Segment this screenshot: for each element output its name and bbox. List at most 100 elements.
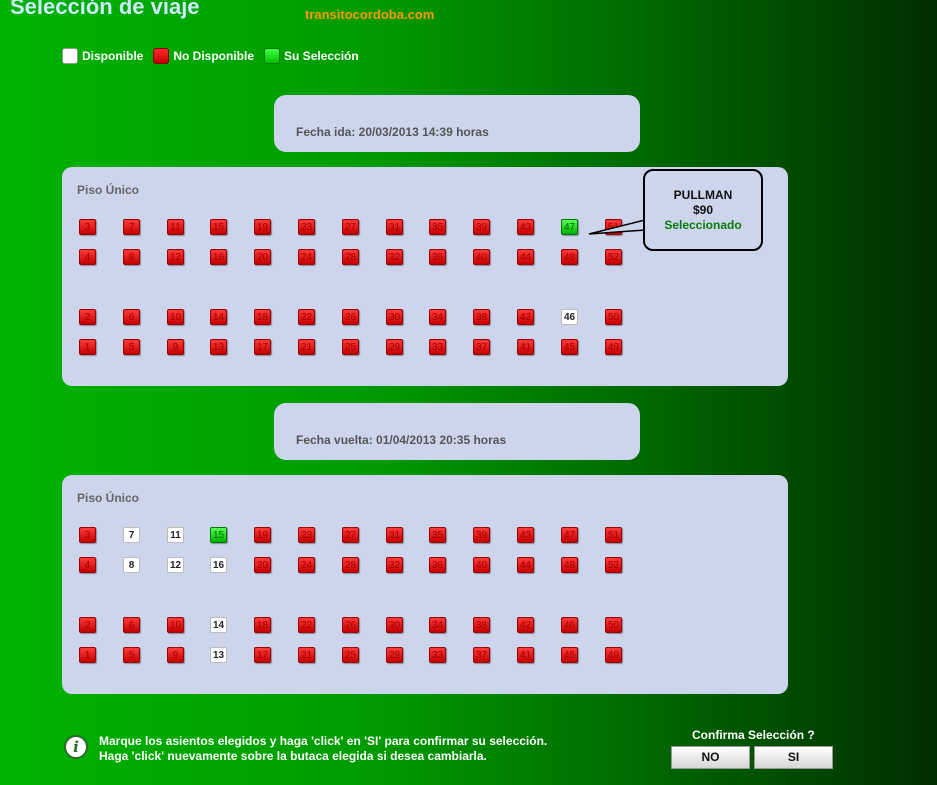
outbound-seat-52[interactable]: 52 [605,249,622,265]
return-seat-10[interactable]: 10 [167,617,184,633]
outbound-seat-21[interactable]: 21 [298,339,315,355]
return-seat-48[interactable]: 48 [561,557,578,573]
outbound-seat-40[interactable]: 40 [473,249,490,265]
outbound-seat-32[interactable]: 32 [386,249,403,265]
return-seat-16[interactable]: 16 [210,557,227,573]
return-seat-17[interactable]: 17 [254,647,271,663]
outbound-seat-24[interactable]: 24 [298,249,315,265]
return-seat-21[interactable]: 21 [298,647,315,663]
outbound-seat-48[interactable]: 48 [561,249,578,265]
outbound-seat-2[interactable]: 2 [79,309,96,325]
return-seat-27[interactable]: 27 [342,527,359,543]
return-seat-38[interactable]: 38 [473,617,490,633]
return-seat-7[interactable]: 7 [123,527,140,543]
outbound-seat-44[interactable]: 44 [517,249,534,265]
return-seat-34[interactable]: 34 [429,617,446,633]
return-seat-30[interactable]: 30 [386,617,403,633]
return-seat-22[interactable]: 22 [298,617,315,633]
return-seat-43[interactable]: 43 [517,527,534,543]
outbound-seat-27[interactable]: 27 [342,219,359,235]
outbound-seat-12[interactable]: 12 [167,249,184,265]
outbound-seat-10[interactable]: 10 [167,309,184,325]
outbound-seat-4[interactable]: 4 [79,249,96,265]
return-seat-41[interactable]: 41 [517,647,534,663]
outbound-seat-13[interactable]: 13 [210,339,227,355]
outbound-seat-28[interactable]: 28 [342,249,359,265]
return-seat-8[interactable]: 8 [123,557,140,573]
return-seat-46[interactable]: 46 [561,617,578,633]
return-seat-28[interactable]: 28 [342,557,359,573]
return-seat-33[interactable]: 33 [429,647,446,663]
outbound-seat-18[interactable]: 18 [254,309,271,325]
outbound-seat-38[interactable]: 38 [473,309,490,325]
outbound-seat-43[interactable]: 43 [517,219,534,235]
return-seat-6[interactable]: 6 [123,617,140,633]
outbound-seat-34[interactable]: 34 [429,309,446,325]
return-seat-47[interactable]: 47 [561,527,578,543]
outbound-seat-30[interactable]: 30 [386,309,403,325]
outbound-seat-23[interactable]: 23 [298,219,315,235]
return-seat-3[interactable]: 3 [79,527,96,543]
outbound-seat-3[interactable]: 3 [79,219,96,235]
return-seat-11[interactable]: 11 [167,527,184,543]
return-seat-35[interactable]: 35 [429,527,446,543]
outbound-seat-17[interactable]: 17 [254,339,271,355]
return-seat-14[interactable]: 14 [210,617,227,633]
return-seat-12[interactable]: 12 [167,557,184,573]
return-seat-29[interactable]: 29 [386,647,403,663]
outbound-seat-5[interactable]: 5 [123,339,140,355]
outbound-seat-47[interactable]: 47 [561,219,578,235]
return-seat-39[interactable]: 39 [473,527,490,543]
outbound-seat-50[interactable]: 50 [605,309,622,325]
outbound-seat-37[interactable]: 37 [473,339,490,355]
return-seat-26[interactable]: 26 [342,617,359,633]
no-button[interactable]: NO [671,746,750,769]
outbound-seat-20[interactable]: 20 [254,249,271,265]
return-seat-5[interactable]: 5 [123,647,140,663]
return-seat-42[interactable]: 42 [517,617,534,633]
outbound-seat-29[interactable]: 29 [386,339,403,355]
return-seat-20[interactable]: 20 [254,557,271,573]
outbound-seat-26[interactable]: 26 [342,309,359,325]
outbound-seat-9[interactable]: 9 [167,339,184,355]
return-seat-15[interactable]: 15 [210,527,227,543]
return-seat-50[interactable]: 50 [605,617,622,633]
return-seat-4[interactable]: 4 [79,557,96,573]
outbound-seat-31[interactable]: 31 [386,219,403,235]
return-seat-1[interactable]: 1 [79,647,96,663]
return-seat-18[interactable]: 18 [254,617,271,633]
return-seat-51[interactable]: 51 [605,527,622,543]
return-seat-36[interactable]: 36 [429,557,446,573]
return-seat-2[interactable]: 2 [79,617,96,633]
return-seat-31[interactable]: 31 [386,527,403,543]
yes-button[interactable]: SI [754,746,833,769]
return-seat-37[interactable]: 37 [473,647,490,663]
return-seat-52[interactable]: 52 [605,557,622,573]
outbound-seat-19[interactable]: 19 [254,219,271,235]
outbound-seat-8[interactable]: 8 [123,249,140,265]
return-seat-32[interactable]: 32 [386,557,403,573]
return-seat-45[interactable]: 45 [561,647,578,663]
outbound-seat-15[interactable]: 15 [210,219,227,235]
outbound-seat-22[interactable]: 22 [298,309,315,325]
outbound-seat-11[interactable]: 11 [167,219,184,235]
outbound-seat-7[interactable]: 7 [123,219,140,235]
outbound-seat-14[interactable]: 14 [210,309,227,325]
outbound-seat-41[interactable]: 41 [517,339,534,355]
return-seat-13[interactable]: 13 [210,647,227,663]
outbound-seat-25[interactable]: 25 [342,339,359,355]
return-seat-23[interactable]: 23 [298,527,315,543]
return-seat-24[interactable]: 24 [298,557,315,573]
return-seat-25[interactable]: 25 [342,647,359,663]
outbound-seat-39[interactable]: 39 [473,219,490,235]
outbound-seat-6[interactable]: 6 [123,309,140,325]
outbound-seat-35[interactable]: 35 [429,219,446,235]
outbound-seat-45[interactable]: 45 [561,339,578,355]
outbound-seat-36[interactable]: 36 [429,249,446,265]
return-seat-9[interactable]: 9 [167,647,184,663]
return-seat-44[interactable]: 44 [517,557,534,573]
return-seat-49[interactable]: 49 [605,647,622,663]
outbound-seat-1[interactable]: 1 [79,339,96,355]
outbound-seat-49[interactable]: 49 [605,339,622,355]
outbound-seat-33[interactable]: 33 [429,339,446,355]
